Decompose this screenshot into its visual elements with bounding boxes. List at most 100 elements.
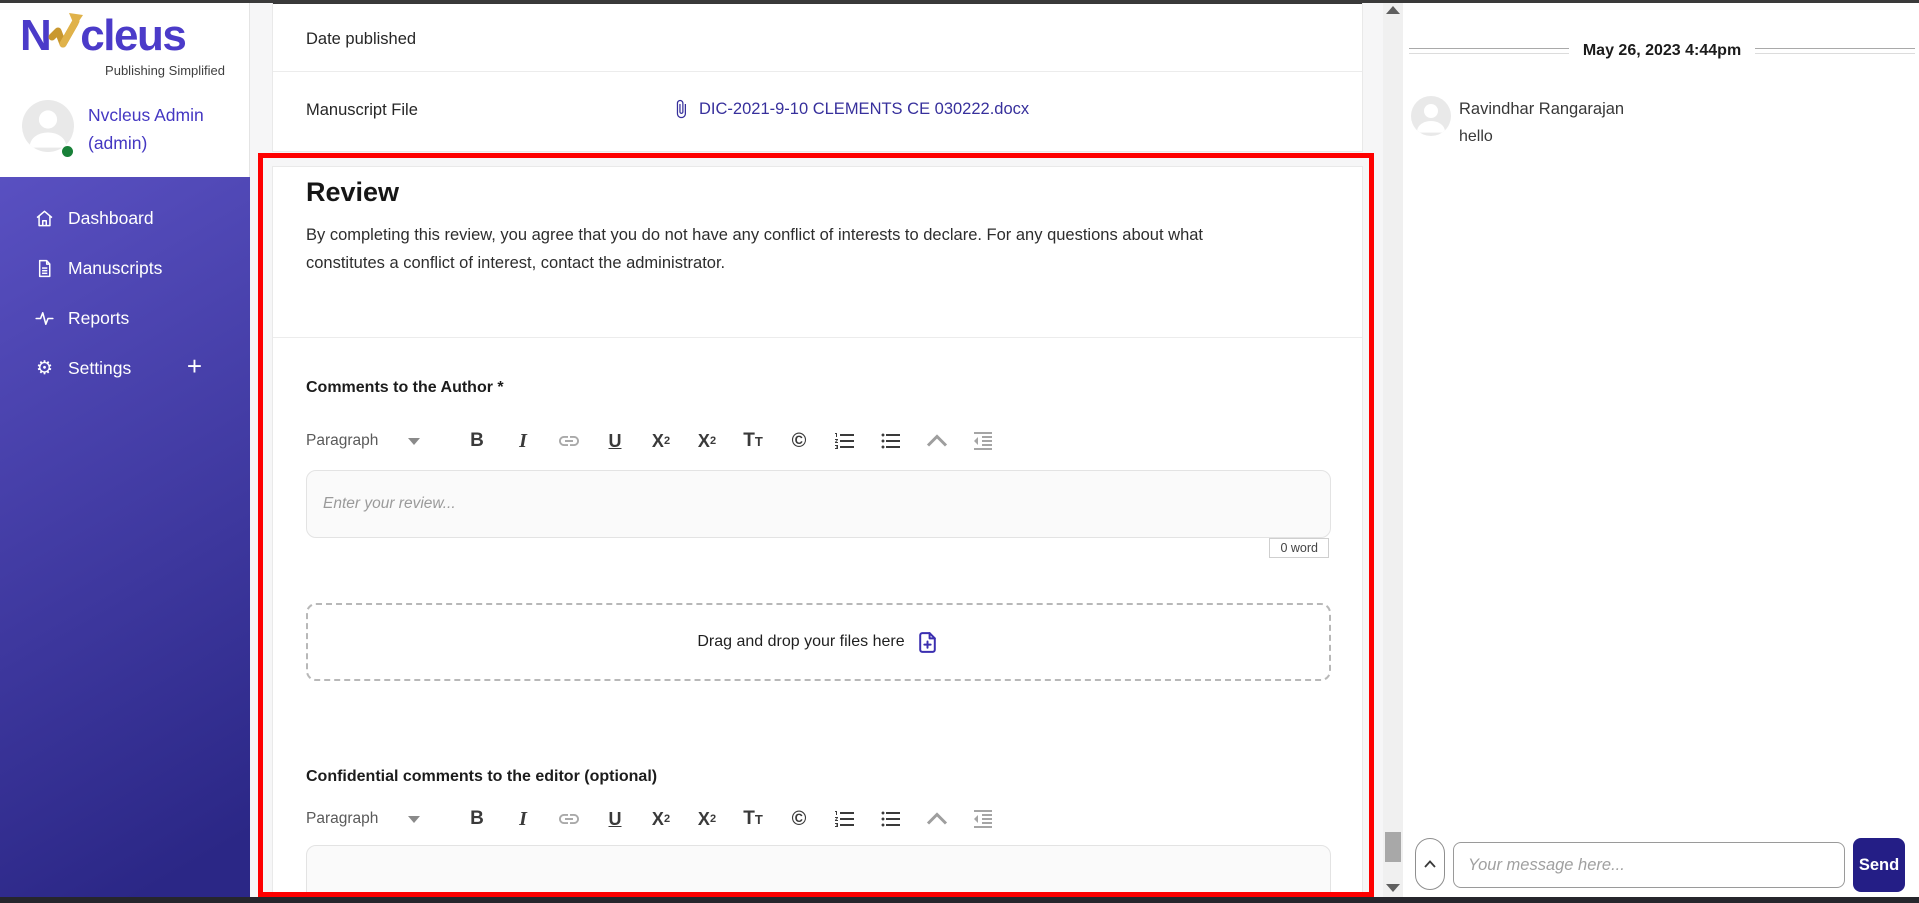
sidebar-item-label: Settings — [68, 357, 132, 378]
special-character-button[interactable]: © — [786, 804, 812, 834]
send-button[interactable]: Send — [1853, 838, 1905, 892]
text-size-small-glyph: T — [754, 811, 763, 827]
scrollbar-thumb[interactable] — [1385, 832, 1401, 862]
brand-panel: N cleus Publishing Simplified Nvcleus Ad… — [0, 0, 250, 177]
italic-button[interactable]: I — [510, 426, 536, 456]
underline-button[interactable]: U — [602, 426, 628, 456]
superscript-button[interactable]: X2 — [694, 804, 720, 834]
review-section: Review By completing this review, you ag… — [272, 166, 1363, 903]
bullet-list-button[interactable] — [878, 426, 904, 456]
chat-date-divider: May 26, 2023 4:44pm — [1409, 42, 1916, 60]
outdent-button[interactable] — [970, 426, 996, 456]
link-button[interactable] — [556, 804, 582, 834]
link-button[interactable] — [556, 426, 582, 456]
sidebar-nav: Dashboard Manuscripts Reports ⚙ Settings… — [0, 177, 250, 903]
superscript-glyph: X — [697, 430, 710, 451]
ordered-list-button[interactable] — [832, 426, 858, 456]
chevron-up-icon — [1424, 860, 1436, 868]
chat-panel: May 26, 2023 4:44pm Ravindhar Rangarajan… — [1403, 0, 1919, 903]
bold-button[interactable]: B — [464, 804, 490, 834]
outdent-button[interactable] — [970, 804, 996, 834]
review-editor[interactable]: Enter your review... — [306, 470, 1331, 538]
main-scrollbar[interactable] — [1383, 0, 1403, 903]
logo-arrow-icon — [48, 13, 84, 48]
underline-button[interactable]: U — [602, 804, 628, 834]
bullet-list-icon — [881, 433, 900, 449]
ordered-list-button[interactable] — [832, 804, 858, 834]
sidebar-item-label: Reports — [68, 307, 130, 328]
link-icon — [559, 814, 579, 824]
outdent-icon — [974, 810, 992, 828]
paragraph-style-value: Paragraph — [306, 810, 379, 827]
manuscript-details-card: Date published Manuscript File DIC-2021-… — [272, 0, 1363, 152]
message-avatar — [1411, 96, 1451, 136]
ordered-list-icon — [835, 433, 854, 449]
divider-line — [1409, 48, 1569, 54]
paragraph-style-value: Paragraph — [306, 432, 379, 449]
scrollbar-down-arrow[interactable] — [1386, 884, 1400, 892]
activity-icon — [34, 308, 55, 329]
chat-collapse-button[interactable] — [1415, 838, 1445, 890]
review-title: Review — [306, 177, 400, 207]
user-name-block[interactable]: Nvcleus Admin (admin) — [88, 101, 248, 157]
toolbar-buttons: B I U X2 X2 TT © — [464, 804, 996, 834]
sidebar-item-reports[interactable]: Reports — [34, 303, 230, 333]
sidebar-item-manuscripts[interactable]: Manuscripts — [34, 253, 230, 283]
bullet-list-button[interactable] — [878, 804, 904, 834]
file-dropzone[interactable]: Drag and drop your files here — [306, 603, 1331, 681]
manuscript-file-link[interactable]: DIC-2021-9-10 CLEMENTS CE 030222.docx — [671, 99, 1029, 119]
paragraph-style-dropdown[interactable]: Paragraph — [306, 810, 464, 828]
text-size-button[interactable]: TT — [740, 426, 766, 456]
confidential-editor[interactable]: Enter a confidential note to the editor … — [306, 845, 1331, 902]
section-divider — [273, 337, 1362, 338]
settings-add-button[interactable]: + — [187, 351, 202, 382]
logo-tagline: Publishing Simplified — [105, 63, 225, 78]
chevron-down-icon — [408, 437, 421, 445]
chat-message-input[interactable] — [1453, 842, 1845, 888]
superscript-number: 2 — [709, 435, 717, 447]
link-icon — [559, 436, 579, 446]
chevron-up-icon — [926, 812, 948, 825]
subscript-button[interactable]: X2 — [648, 426, 674, 456]
editor-toolbar: Paragraph B I U X2 X2 TT © — [306, 419, 996, 463]
bold-button[interactable]: B — [464, 426, 490, 456]
user-name: Nvcleus Admin — [88, 105, 204, 125]
review-disclaimer: By completing this review, you agree tha… — [306, 226, 1204, 272]
sidebar-item-label: Manuscripts — [68, 257, 163, 278]
app-logo[interactable]: N cleus — [20, 8, 187, 64]
collapse-toolbar-button[interactable] — [924, 426, 950, 456]
user-role: (admin) — [88, 133, 148, 153]
superscript-button[interactable]: X2 — [694, 426, 720, 456]
person-icon — [29, 110, 67, 148]
superscript-number: 2 — [709, 813, 717, 825]
logo-text-cleus: cleus — [80, 11, 187, 60]
review-editor-placeholder: Enter your review... — [323, 495, 456, 512]
window-top-edge — [0, 0, 1919, 3]
paragraph-style-dropdown[interactable]: Paragraph — [306, 432, 464, 450]
italic-button[interactable]: I — [510, 804, 536, 834]
special-character-button[interactable]: © — [786, 426, 812, 456]
scrollbar-up-arrow[interactable] — [1386, 6, 1400, 14]
text-size-big-glyph: T — [743, 808, 755, 829]
paperclip-icon — [676, 99, 686, 119]
chevron-up-icon — [926, 434, 948, 447]
subscript-number: 2 — [663, 813, 671, 825]
date-published-label: Date published — [306, 30, 417, 48]
sidebar-item-settings[interactable]: ⚙ Settings + — [34, 351, 230, 383]
manuscript-file-label: Manuscript File — [306, 101, 418, 119]
subscript-button[interactable]: X2 — [648, 804, 674, 834]
word-count-badge: 0 word — [1269, 538, 1329, 558]
chevron-down-icon — [408, 815, 421, 823]
window-bottom-edge — [0, 897, 1919, 903]
person-icon — [1416, 104, 1446, 133]
superscript-glyph: X — [697, 808, 710, 829]
text-size-button[interactable]: TT — [740, 804, 766, 834]
user-avatar[interactable] — [22, 100, 74, 152]
comments-to-author-label: Comments to the Author * — [306, 379, 504, 396]
ordered-list-icon — [835, 811, 854, 827]
sidebar-item-dashboard[interactable]: Dashboard — [34, 203, 230, 233]
text-size-small-glyph: T — [754, 433, 763, 449]
collapse-toolbar-button[interactable] — [924, 804, 950, 834]
subscript-glyph: X — [651, 808, 664, 829]
outdent-icon — [974, 432, 992, 450]
